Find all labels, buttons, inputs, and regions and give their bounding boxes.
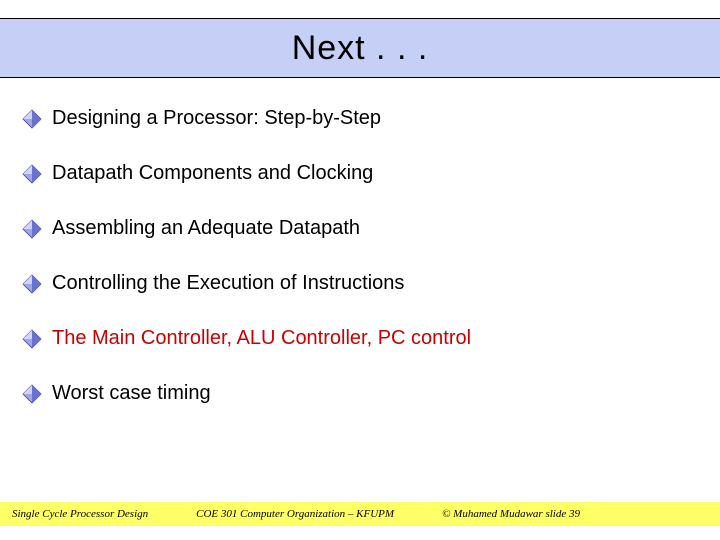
list-item: Worst case timing xyxy=(22,381,698,406)
diamond-bullet-icon xyxy=(22,329,42,349)
footer-left: Single Cycle Processor Design xyxy=(12,508,148,520)
list-item-text: Datapath Components and Clocking xyxy=(52,161,373,186)
diamond-bullet-icon xyxy=(22,274,42,294)
list-item-text: Assembling an Adequate Datapath xyxy=(52,216,360,241)
diamond-bullet-icon xyxy=(22,164,42,184)
slide-title: Next . . . xyxy=(292,29,429,68)
footer-right: © Muhamed Mudawar slide 39 xyxy=(442,508,580,520)
list-item: Designing a Processor: Step-by-Step xyxy=(22,106,698,131)
diamond-bullet-icon xyxy=(22,109,42,129)
bullet-list: Designing a Processor: Step-by-Step Data… xyxy=(22,106,698,436)
list-item-text: Worst case timing xyxy=(52,381,211,406)
list-item-text: Controlling the Execution of Instruction… xyxy=(52,271,404,296)
list-item: The Main Controller, ALU Controller, PC … xyxy=(22,326,698,351)
list-item: Datapath Components and Clocking xyxy=(22,161,698,186)
slide-footer: Single Cycle Processor Design COE 301 Co… xyxy=(0,502,720,526)
list-item: Assembling an Adequate Datapath xyxy=(22,216,698,241)
list-item-text: The Main Controller, ALU Controller, PC … xyxy=(52,326,471,351)
title-band: Next . . . xyxy=(0,18,720,78)
diamond-bullet-icon xyxy=(22,219,42,239)
footer-center: COE 301 Computer Organization – KFUPM xyxy=(196,508,394,520)
diamond-bullet-icon xyxy=(22,384,42,404)
list-item-text: Designing a Processor: Step-by-Step xyxy=(52,106,381,131)
list-item: Controlling the Execution of Instruction… xyxy=(22,271,698,296)
